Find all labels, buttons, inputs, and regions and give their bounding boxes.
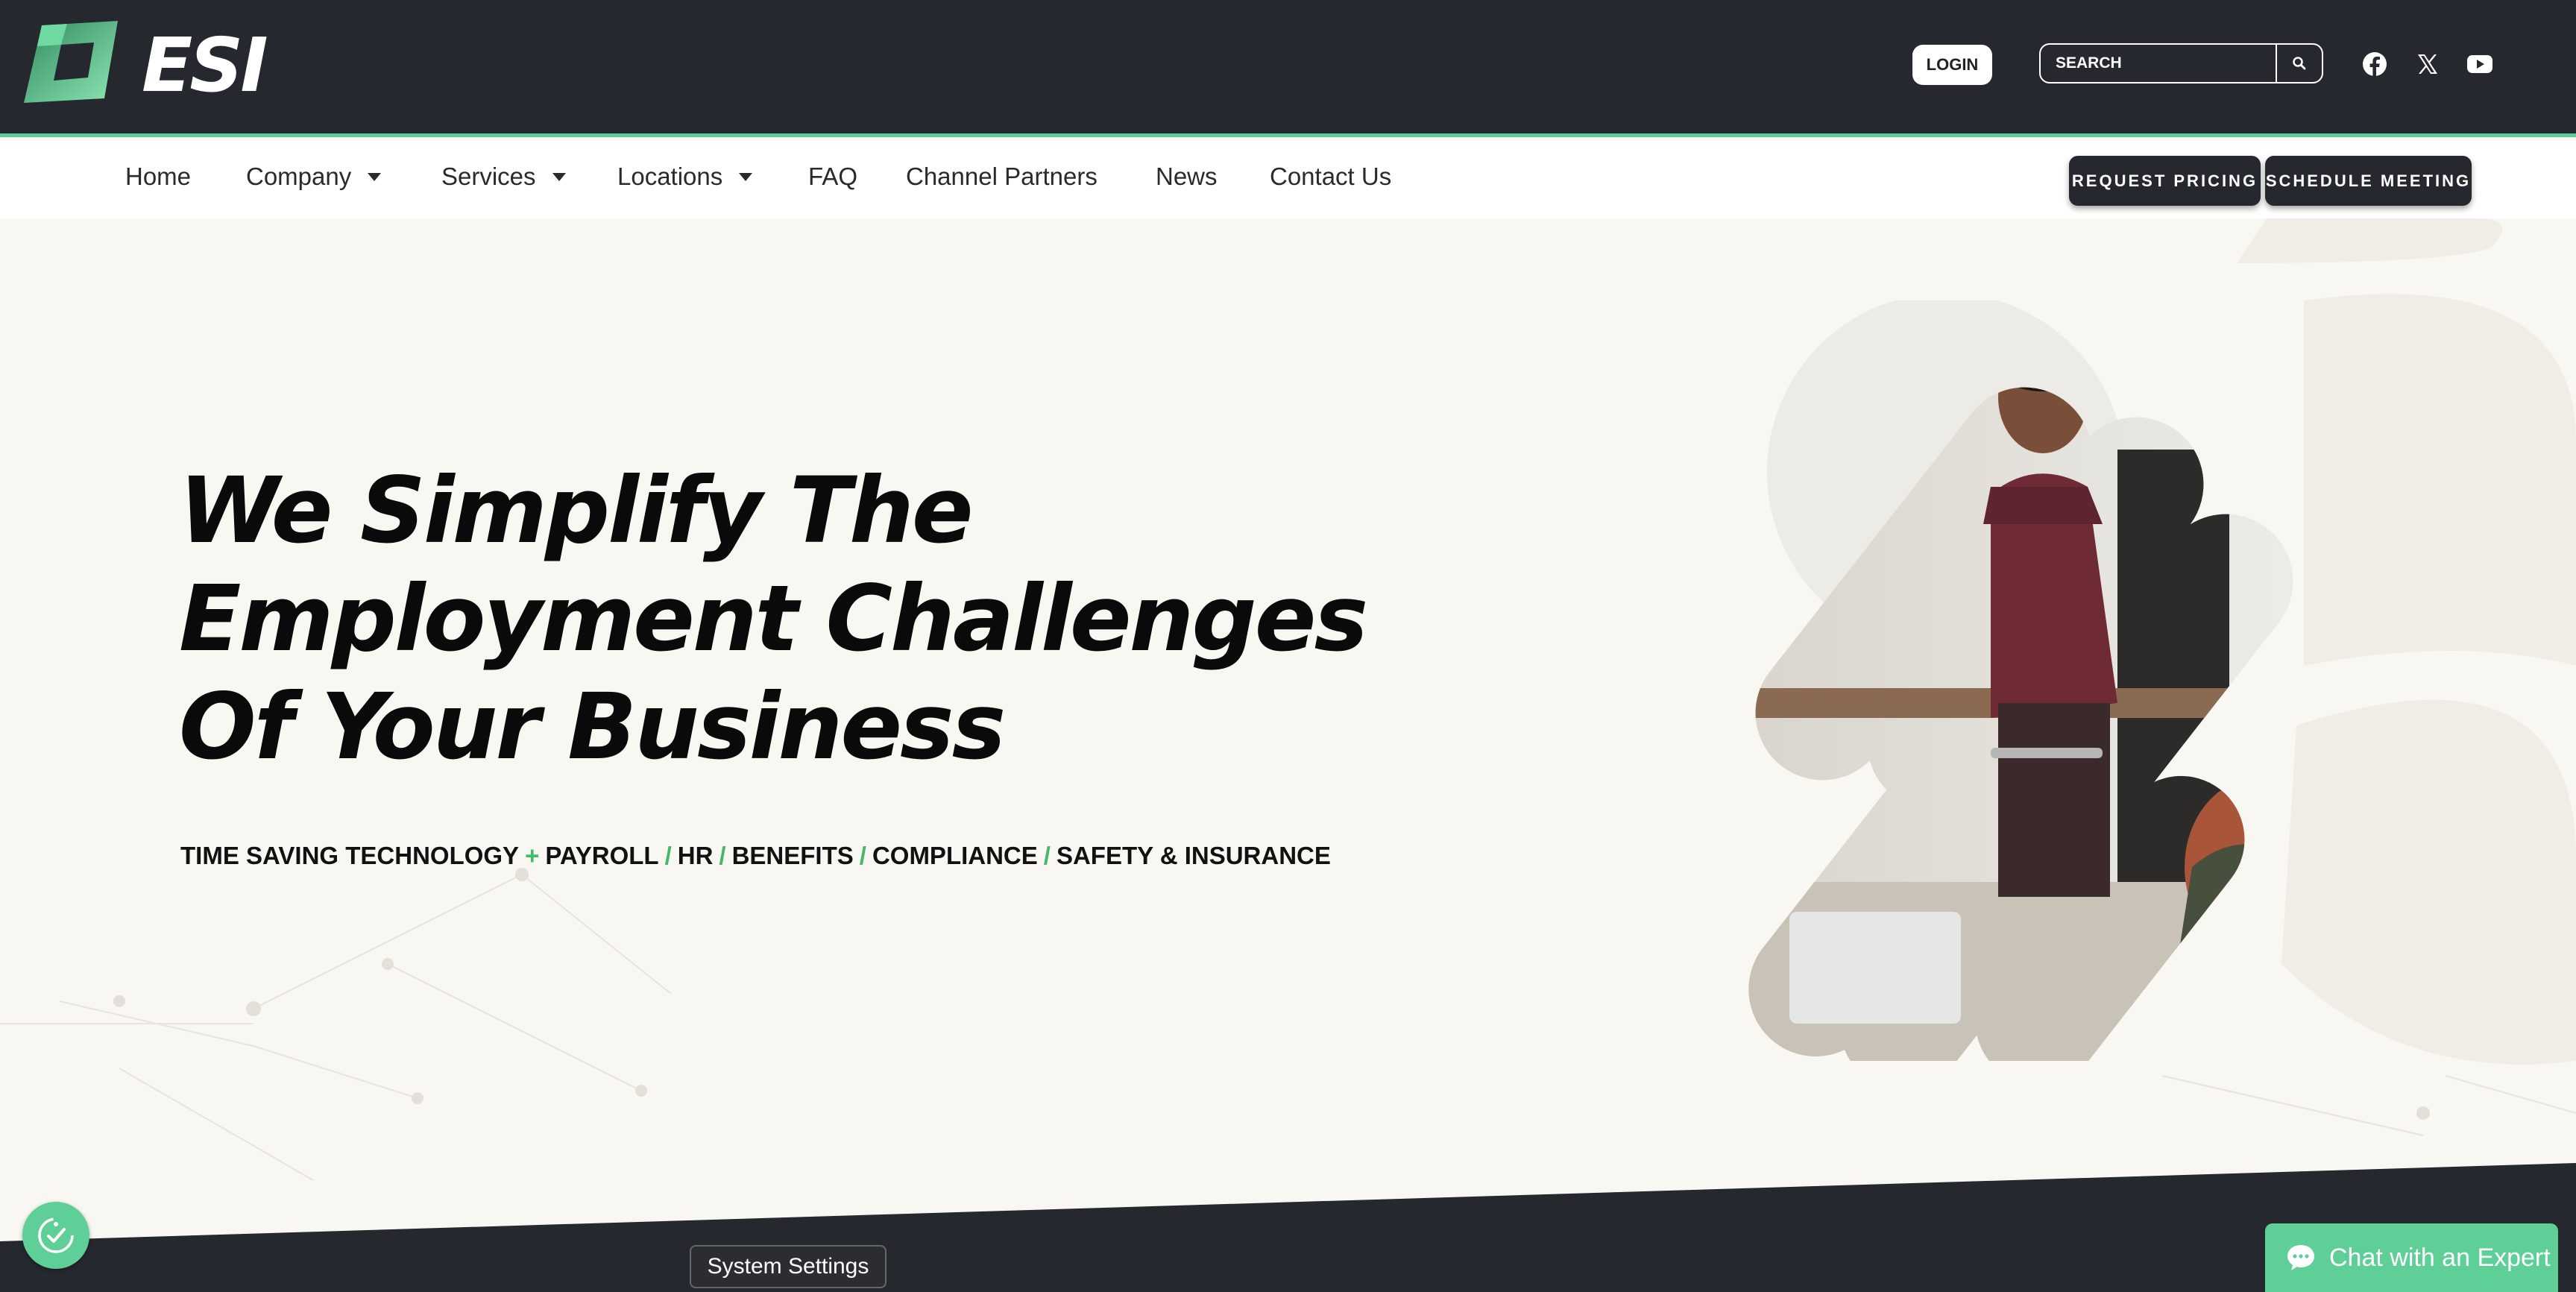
main-navigation: Home Company Services Locations FAQ Chan…: [0, 141, 2576, 218]
facebook-link[interactable]: [2358, 48, 2391, 81]
chat-bubble-icon: [2287, 1245, 2314, 1270]
tagline-item: HR: [677, 842, 714, 869]
tagline-item: SAFETY & INSURANCE: [1056, 842, 1331, 869]
x-icon: [2418, 54, 2437, 74]
accessibility-icon: [38, 1217, 74, 1253]
facebook-icon: [2363, 52, 2387, 77]
caret-down-icon: [368, 172, 382, 181]
hero-photo-collage: [1745, 300, 2320, 1061]
request-pricing-button[interactable]: REQUEST PRICING: [2069, 156, 2261, 206]
youtube-link[interactable]: [2463, 48, 2496, 81]
tagline-item: TIME SAVING TECHNOLOGY: [180, 842, 520, 869]
nav-item-locations[interactable]: Locations: [617, 159, 753, 195]
tagline-item: PAYROLL: [545, 842, 659, 869]
nav-item-company[interactable]: Company: [246, 159, 382, 195]
schedule-meeting-button[interactable]: SCHEDULE MEETING: [2265, 156, 2472, 206]
headline-line-2: Employment Challenges: [179, 566, 1368, 672]
search-icon: [2293, 57, 2306, 70]
nav-label: Services: [441, 163, 536, 190]
hero-section: We Simplify The Employment Challenges Of…: [0, 218, 2576, 1292]
nav-item-contact-us[interactable]: Contact Us: [1270, 159, 1391, 195]
hero-tagline: TIME SAVING TECHNOLOGY + PAYROLL / HR / BENEFI…: [180, 842, 1331, 870]
youtube-icon: [2467, 55, 2492, 73]
hero-headline: We Simplify The Employment Challenges Of…: [179, 457, 1368, 781]
nav-item-channel-partners[interactable]: Channel Partners: [906, 159, 1098, 195]
nav-item-faq[interactable]: FAQ: [808, 159, 857, 195]
nav-item-services[interactable]: Services: [441, 159, 566, 195]
tagline-separator: +: [525, 842, 540, 869]
system-settings-tooltip: System Settings: [690, 1245, 887, 1288]
search-box: [2039, 43, 2323, 83]
tagline-separator: /: [859, 842, 866, 869]
accessibility-widget-button[interactable]: [22, 1202, 89, 1269]
nav-label: FAQ: [808, 163, 858, 190]
x-link[interactable]: [2411, 48, 2444, 81]
caret-down-icon: [552, 172, 566, 181]
headline-line-3: Of Your Business: [179, 674, 1006, 780]
caret-down-icon: [739, 172, 753, 181]
tagline-separator: /: [719, 842, 726, 869]
nav-label: News: [1156, 163, 1218, 190]
nav-label: Company: [246, 163, 352, 190]
logo-mark-icon: [24, 21, 118, 103]
tagline-separator: /: [1043, 842, 1051, 869]
logo-text: ESI: [142, 22, 268, 109]
tagline-item: COMPLIANCE: [872, 842, 1038, 869]
login-button[interactable]: LOGIN: [1912, 45, 1992, 85]
chat-label: Chat with an Expert: [2329, 1243, 2551, 1272]
nav-label: Contact Us: [1270, 163, 1392, 190]
tagline-item: BENEFITS: [731, 842, 854, 869]
nav-label: Locations: [617, 163, 723, 190]
esi-logo[interactable]: ESI: [22, 19, 268, 103]
chat-with-expert-button[interactable]: Chat with an Expert: [2265, 1223, 2558, 1292]
nav-label: Home: [125, 163, 192, 190]
search-button[interactable]: [2276, 45, 2322, 82]
nav-item-home[interactable]: Home: [125, 159, 191, 195]
headline-line-1: We Simplify The: [179, 458, 974, 564]
search-input[interactable]: [2041, 45, 2276, 82]
tagline-separator: /: [664, 842, 672, 869]
nav-label: Channel Partners: [906, 163, 1098, 190]
top-header-bar: ESI LOGIN: [0, 0, 2576, 137]
nav-item-news[interactable]: News: [1156, 159, 1218, 195]
